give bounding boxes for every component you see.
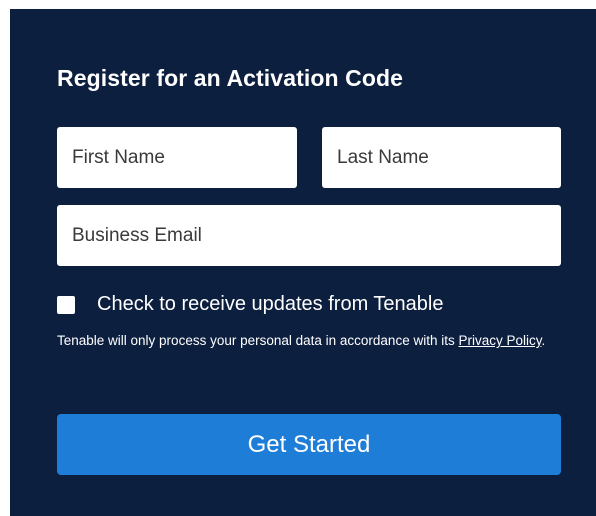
first-name-field[interactable]	[57, 127, 297, 188]
business-email-field[interactable]	[57, 205, 561, 266]
updates-checkbox[interactable]	[57, 295, 75, 314]
updates-checkbox-row[interactable]: Check to receive updates from Tenable	[57, 293, 444, 316]
privacy-notice: Tenable will only process your personal …	[57, 330, 567, 351]
privacy-notice-text: Tenable will only process your personal …	[57, 333, 459, 348]
get-started-button[interactable]: Get Started	[57, 414, 561, 475]
updates-checkbox-label: Check to receive updates from Tenable	[97, 293, 444, 315]
form-title: Register for an Activation Code	[57, 65, 404, 91]
privacy-policy-link[interactable]: Privacy Policy	[458, 333, 541, 348]
privacy-notice-end: .	[541, 333, 546, 348]
registration-panel: Register for an Activation Code Check to…	[10, 9, 596, 516]
last-name-field[interactable]	[322, 127, 561, 188]
